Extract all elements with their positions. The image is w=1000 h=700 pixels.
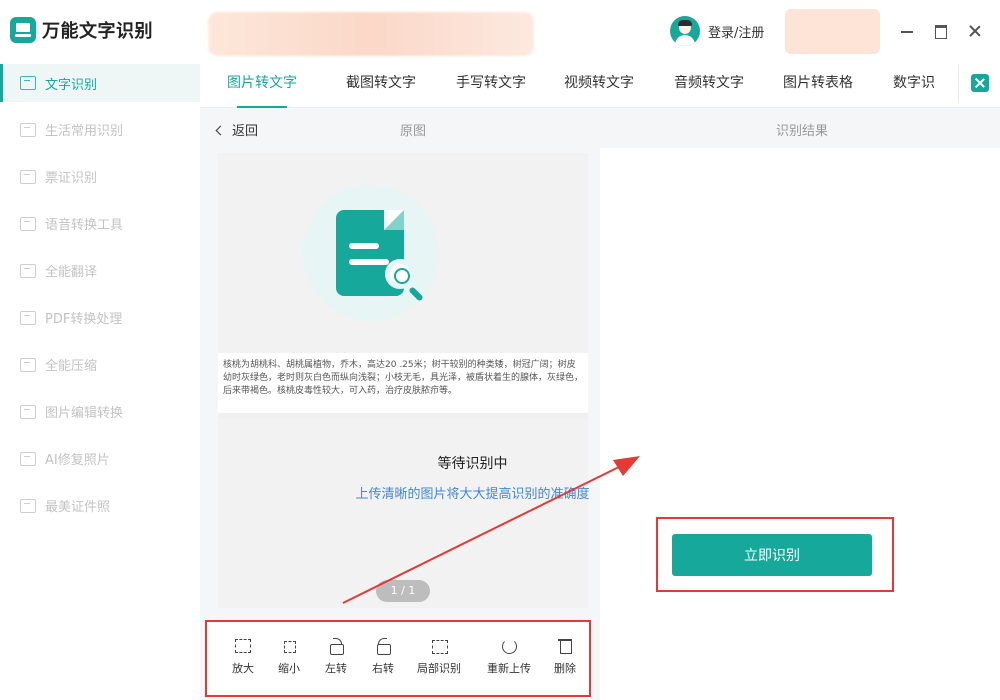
- pointer-arrow-icon: [342, 456, 640, 604]
- avatar-icon: [670, 16, 700, 46]
- app-logo: 万能文字识别: [10, 17, 153, 43]
- sidebar-item-label: 语音转换工具: [45, 218, 124, 233]
- id-photo-icon: [20, 498, 36, 513]
- tab-digit-recognition[interactable]: 数字识: [893, 64, 935, 108]
- rotate-left-button[interactable]: 左转: [312, 638, 360, 676]
- more-tabs-button[interactable]: [958, 64, 1000, 102]
- scanner-icon: [10, 17, 36, 43]
- maximize-button[interactable]: [932, 22, 950, 40]
- voice-icon: [20, 216, 36, 231]
- sidebar: 万能文字识别 文字识别 生活常用识别 票证识别 语音转换工具 全能翻译 PDF转…: [0, 0, 200, 700]
- image-toolbar: 放大 缩小 左转 右转 局部识别 重新上传 删除: [205, 620, 591, 697]
- sidebar-item-label: 文字识别: [45, 77, 98, 93]
- sidebar-item-ai-repair[interactable]: AI修复照片: [0, 435, 200, 482]
- sidebar-item-label: 最美证件照: [45, 500, 111, 515]
- sidebar-item-text-recognition[interactable]: 文字识别: [0, 64, 200, 102]
- partial-recognition-button[interactable]: 局部识别: [415, 638, 463, 676]
- sidebar-item-compress[interactable]: 全能压缩: [0, 341, 200, 388]
- photo-repair-icon: [20, 451, 36, 466]
- zoom-in-button[interactable]: 放大: [219, 638, 267, 676]
- sub-header: 返回 原图 识别结果: [200, 108, 1000, 148]
- sidebar-item-label: 生活常用识别: [45, 124, 124, 139]
- pdf-icon: [20, 310, 36, 325]
- app-window: 万能文字识别 文字识别 生活常用识别 票证识别 语音转换工具 全能翻译 PDF转…: [0, 0, 1000, 700]
- scan-icon: [20, 122, 36, 137]
- ticket-scan-icon: [20, 169, 36, 184]
- image-edit-icon: [20, 404, 36, 419]
- recognize-highlight-frame: 立即识别: [656, 517, 894, 592]
- rotate-right-label: 右转: [372, 662, 394, 675]
- minimize-button[interactable]: [898, 22, 916, 40]
- sidebar-item-pdf[interactable]: PDF转换处理: [0, 294, 200, 341]
- chevron-left-icon: [215, 125, 226, 136]
- rotate-right-button[interactable]: 右转: [359, 638, 407, 676]
- back-label: 返回: [232, 124, 259, 139]
- result-label: 识别结果: [776, 124, 829, 139]
- back-button[interactable]: 返回: [215, 120, 259, 139]
- sidebar-item-label: AI修复照片: [45, 453, 110, 468]
- tab-video-to-text[interactable]: 视频转文字: [564, 64, 634, 108]
- sidebar-item-id-photo[interactable]: 最美证件照: [0, 482, 200, 529]
- tab-bar: 图片转文字 截图转文字 手写转文字 视频转文字 音频转文字 图片转表格 数字识: [200, 64, 1000, 108]
- tab-strip: 图片转文字 截图转文字 手写转文字 视频转文字 音频转文字 图片转表格 数字识: [200, 64, 945, 108]
- partial-recognition-label: 局部识别: [417, 662, 461, 675]
- close-button[interactable]: [966, 22, 984, 40]
- app-title: 万能文字识别: [42, 21, 153, 42]
- sidebar-item-translate[interactable]: 全能翻译: [0, 247, 200, 294]
- preview-image-text: 核桃为胡桃科、胡桃属植物，乔木，高达20 .25米；树干较别的种类矮，树冠广阔；…: [218, 353, 588, 413]
- crop-icon: [430, 638, 448, 654]
- delete-label: 删除: [554, 662, 576, 675]
- tab-handwriting-to-text[interactable]: 手写转文字: [456, 64, 526, 108]
- refresh-icon: [500, 638, 518, 654]
- sidebar-item-voice-tools[interactable]: 语音转换工具: [0, 200, 200, 247]
- compress-icon: [20, 357, 36, 372]
- result-pane: [600, 148, 1000, 700]
- vip-badge[interactable]: [785, 9, 880, 54]
- trash-icon: [556, 638, 574, 654]
- sidebar-item-life-recognition[interactable]: 生活常用识别: [0, 106, 200, 153]
- expand-icon: [234, 638, 252, 654]
- sidebar-item-label: 全能压缩: [45, 359, 98, 374]
- sidebar-item-label: 票证识别: [45, 171, 98, 186]
- translate-icon: [20, 263, 36, 278]
- rotate-left-icon: [327, 638, 345, 655]
- sidebar-item-certificate-recognition[interactable]: 票证识别: [0, 153, 200, 200]
- reupload-label: 重新上传: [487, 662, 531, 675]
- tab-image-to-text[interactable]: 图片转文字: [227, 64, 297, 108]
- tab-audio-to-text[interactable]: 音频转文字: [674, 64, 744, 108]
- zoom-in-label: 放大: [232, 662, 254, 675]
- recognize-now-button[interactable]: 立即识别: [672, 534, 872, 576]
- login-label: 登录/注册: [708, 25, 765, 41]
- sidebar-item-label: 全能翻译: [45, 265, 98, 280]
- login-register-button[interactable]: 登录/注册: [670, 16, 764, 46]
- reupload-button[interactable]: 重新上传: [485, 638, 533, 676]
- tab-screenshot-to-text[interactable]: 截图转文字: [346, 64, 416, 108]
- close-square-icon: [970, 74, 989, 92]
- zoom-out-button[interactable]: 缩小: [265, 638, 313, 676]
- sidebar-item-label: PDF转换处理: [45, 312, 123, 327]
- sidebar-item-label: 图片编辑转换: [45, 406, 124, 421]
- scan-text-icon: [20, 76, 36, 90]
- delete-button[interactable]: 删除: [541, 638, 589, 676]
- document-search-icon: [303, 185, 439, 321]
- rotate-left-label: 左转: [325, 662, 347, 675]
- sidebar-nav: 文字识别 生活常用识别 票证识别 语音转换工具 全能翻译 PDF转换处理 全能压…: [0, 64, 200, 529]
- zoom-out-label: 缩小: [278, 662, 300, 675]
- sidebar-item-image-edit[interactable]: 图片编辑转换: [0, 388, 200, 435]
- original-image-label: 原图: [400, 124, 427, 139]
- tab-image-to-table[interactable]: 图片转表格: [783, 64, 853, 108]
- promo-banner[interactable]: [208, 12, 534, 56]
- shrink-icon: [280, 638, 298, 654]
- header: 登录/注册: [200, 0, 1000, 64]
- rotate-right-icon: [374, 638, 392, 655]
